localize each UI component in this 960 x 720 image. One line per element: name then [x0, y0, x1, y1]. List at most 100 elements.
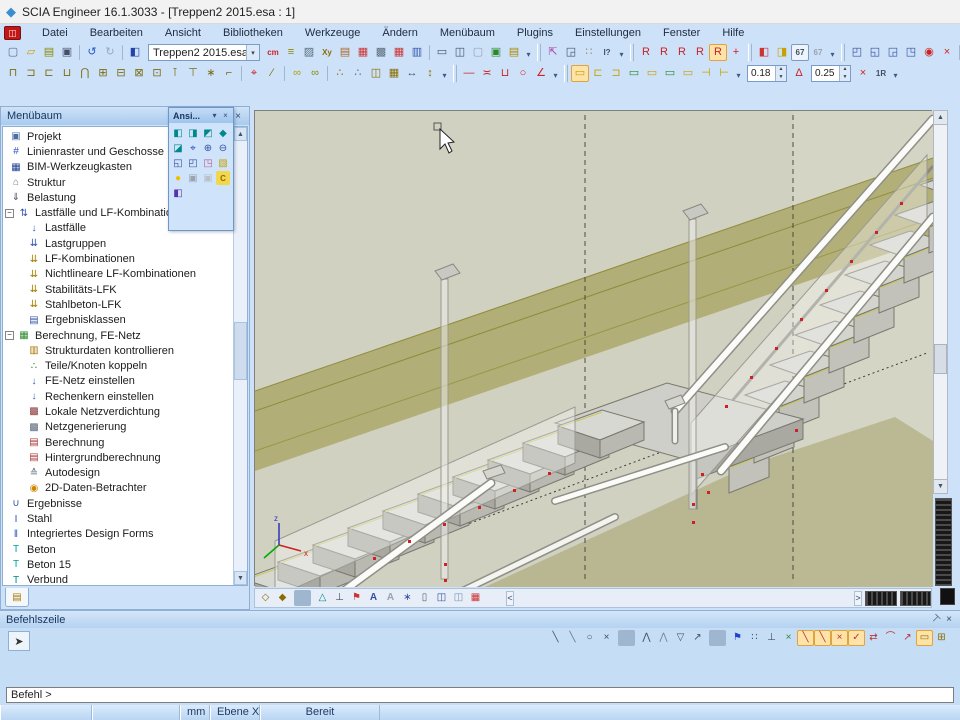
- catalog-block-icon[interactable]: ∗: [202, 65, 220, 82]
- show-levels-icon[interactable]: △: [314, 590, 331, 606]
- rib-icon[interactable]: ⊺: [166, 65, 184, 82]
- overflow-chevron[interactable]: ▾: [439, 65, 450, 82]
- scia-logo-icon[interactable]: ◫: [4, 26, 21, 40]
- menu-aendern[interactable]: Ändern: [371, 25, 428, 41]
- snap-cross-icon[interactable]: ×: [598, 630, 615, 646]
- preview-zoom-icon[interactable]: ◲: [562, 44, 580, 61]
- scale-loads-icon[interactable]: Δ: [790, 65, 808, 82]
- snap-line-point-icon[interactable]: ╲: [564, 630, 581, 646]
- ucs-set-icon[interactable]: ⌖: [186, 141, 200, 155]
- hinges-icon[interactable]: ∞: [288, 65, 306, 82]
- tree-item-verbund[interactable]: T Verbund: [3, 573, 247, 586]
- tree-scrollbar[interactable]: ▲ ▼: [233, 127, 247, 585]
- view-perspective-icon[interactable]: ◪: [171, 141, 185, 155]
- mesh-service-icon[interactable]: ◲: [884, 44, 902, 61]
- cursor-select-icon[interactable]: ▽: [672, 630, 689, 646]
- steel-connection-icon[interactable]: R: [655, 44, 673, 61]
- snap-circle-icon[interactable]: ○: [581, 630, 598, 646]
- arch-icon[interactable]: ⋂: [76, 65, 94, 82]
- cursor-edge-icon[interactable]: ⋀: [655, 630, 672, 646]
- display-scale-spinner[interactable]: 0.25 ▲▼: [811, 65, 851, 82]
- new-project-icon[interactable]: ▢: [4, 44, 22, 61]
- member-info-icon[interactable]: I?: [598, 44, 616, 61]
- print-data-icon[interactable]: ▢: [469, 44, 487, 61]
- render-wire-icon[interactable]: ◇: [257, 590, 274, 606]
- couple-members-icon[interactable]: ∴: [331, 65, 349, 82]
- scroll-up-icon[interactable]: ▲: [234, 127, 247, 141]
- show-axes-icon[interactable]: ∗: [399, 590, 416, 606]
- render-settings-icon[interactable]: ▨: [300, 44, 318, 61]
- scroll-track[interactable]: [234, 141, 247, 571]
- activity-clip-icon[interactable]: ▭: [679, 65, 697, 82]
- numbering-off-icon[interactable]: 67: [809, 44, 827, 61]
- dim-line-icon[interactable]: —: [460, 65, 478, 82]
- delete-check-icon[interactable]: R: [673, 44, 691, 61]
- view-toolbar-header[interactable]: Ansi... ▾ ×: [169, 108, 233, 123]
- scroll-left-icon[interactable]: <: [506, 591, 514, 606]
- uncouple-members-icon[interactable]: ∴: [349, 65, 367, 82]
- doc-new-icon[interactable]: ▣: [487, 44, 505, 61]
- view-y-icon[interactable]: ◨: [186, 126, 200, 140]
- activity-select-icon[interactable]: ▭: [643, 65, 661, 82]
- tree-item-strukturdaten-kontrollieren[interactable]: ▥ Strukturdaten kontrollieren: [3, 343, 247, 358]
- ruler-icon[interactable]: ▭: [916, 630, 933, 646]
- scroll-track[interactable]: [934, 125, 947, 479]
- spin-up-icon[interactable]: ▲: [840, 66, 850, 74]
- plate-icon[interactable]: ⊟: [112, 65, 130, 82]
- menu-menuebaum[interactable]: Menübaum: [429, 25, 506, 41]
- view-x-icon[interactable]: ◧: [171, 126, 185, 140]
- fast-draw-icon[interactable]: ▯: [416, 590, 433, 606]
- activity-left-icon[interactable]: ⊣: [697, 65, 715, 82]
- overflow-chevron[interactable]: ▾: [890, 65, 901, 82]
- view-z-icon[interactable]: ◩: [201, 126, 215, 140]
- scale-1r-icon[interactable]: 1R: [872, 65, 890, 82]
- snap-midpoint-icon[interactable]: ╲: [814, 630, 831, 646]
- viewport-corner-button[interactable]: [940, 588, 955, 605]
- tree-item-beton[interactable]: T Beton: [3, 542, 247, 557]
- tree-item-autodesign[interactable]: ≙ Autodesign: [3, 466, 247, 481]
- supports-icon[interactable]: ∞: [306, 65, 324, 82]
- zoom-in-icon[interactable]: ⊕: [201, 141, 215, 155]
- center-target-icon[interactable]: +: [727, 44, 745, 61]
- tree-item-nichtlineare-lf-kombinationen[interactable]: ⇊ Nichtlineare LF-Kombinationen: [3, 267, 247, 282]
- tree-item-stabilitaets-lfk[interactable]: ⇊ Stabilitäts-LFK: [3, 282, 247, 297]
- tree-item-ergebnisklassen[interactable]: ▤ Ergebnisklassen: [3, 313, 247, 328]
- activity-off-icon[interactable]: ⊏: [589, 65, 607, 82]
- tracking-icon[interactable]: ⚑: [729, 630, 746, 646]
- table-input-icon[interactable]: ▥: [408, 44, 426, 61]
- scale-reset-icon[interactable]: ×: [854, 65, 872, 82]
- visibility-icon[interactable]: ◉: [920, 44, 938, 61]
- expand-box-icon[interactable]: [5, 331, 14, 340]
- menu-datei[interactable]: Datei: [31, 25, 79, 41]
- shell-icon[interactable]: ⊡: [148, 65, 166, 82]
- menu-hilfe[interactable]: Hilfe: [711, 25, 755, 41]
- beam-icon[interactable]: ⊐: [22, 65, 40, 82]
- photo-clip-icon[interactable]: ▣: [201, 171, 215, 185]
- column-icon[interactable]: ⊓: [4, 65, 22, 82]
- cursor-arrow-icon[interactable]: ↗: [689, 630, 706, 646]
- scroll-thumb[interactable]: [934, 344, 947, 374]
- light-icon[interactable]: ●: [171, 171, 185, 185]
- tree-item-integriertes-design-forms[interactable]: ‖ Integriertes Design Forms: [3, 527, 247, 542]
- undo-icon[interactable]: ↺: [83, 44, 101, 61]
- overflow-chevron[interactable]: ▾: [523, 44, 534, 61]
- menubaum-tab[interactable]: ▤: [5, 588, 29, 607]
- tree-item-beton-15[interactable]: T Beton 15: [3, 557, 247, 572]
- dim-stack-icon[interactable]: ≍: [478, 65, 496, 82]
- tree-item-rechenkern-einstellen[interactable]: ↓ Rechenkern einstellen: [3, 389, 247, 404]
- spin-down-icon[interactable]: ▼: [840, 74, 850, 82]
- show-supports-icon[interactable]: ⚑: [348, 590, 365, 606]
- edit-node-icon[interactable]: ∕: [263, 65, 281, 82]
- activity-current-icon[interactable]: ⊐: [607, 65, 625, 82]
- command-input[interactable]: Befehl >: [6, 687, 954, 703]
- table-results-icon[interactable]: ▦: [390, 44, 408, 61]
- spin-down-icon[interactable]: ▼: [776, 74, 786, 82]
- activity-right-icon[interactable]: ⊢: [715, 65, 733, 82]
- redo-icon[interactable]: ↻: [101, 44, 119, 61]
- viewport-rotate-bar-vertical[interactable]: [935, 498, 952, 586]
- scroll-up-icon[interactable]: ▲: [934, 111, 947, 125]
- menu-ansicht[interactable]: Ansicht: [154, 25, 212, 41]
- zoom-window-icon[interactable]: ◱: [171, 156, 185, 170]
- save-all-icon[interactable]: ▤: [40, 44, 58, 61]
- menu-plugins[interactable]: Plugins: [506, 25, 564, 41]
